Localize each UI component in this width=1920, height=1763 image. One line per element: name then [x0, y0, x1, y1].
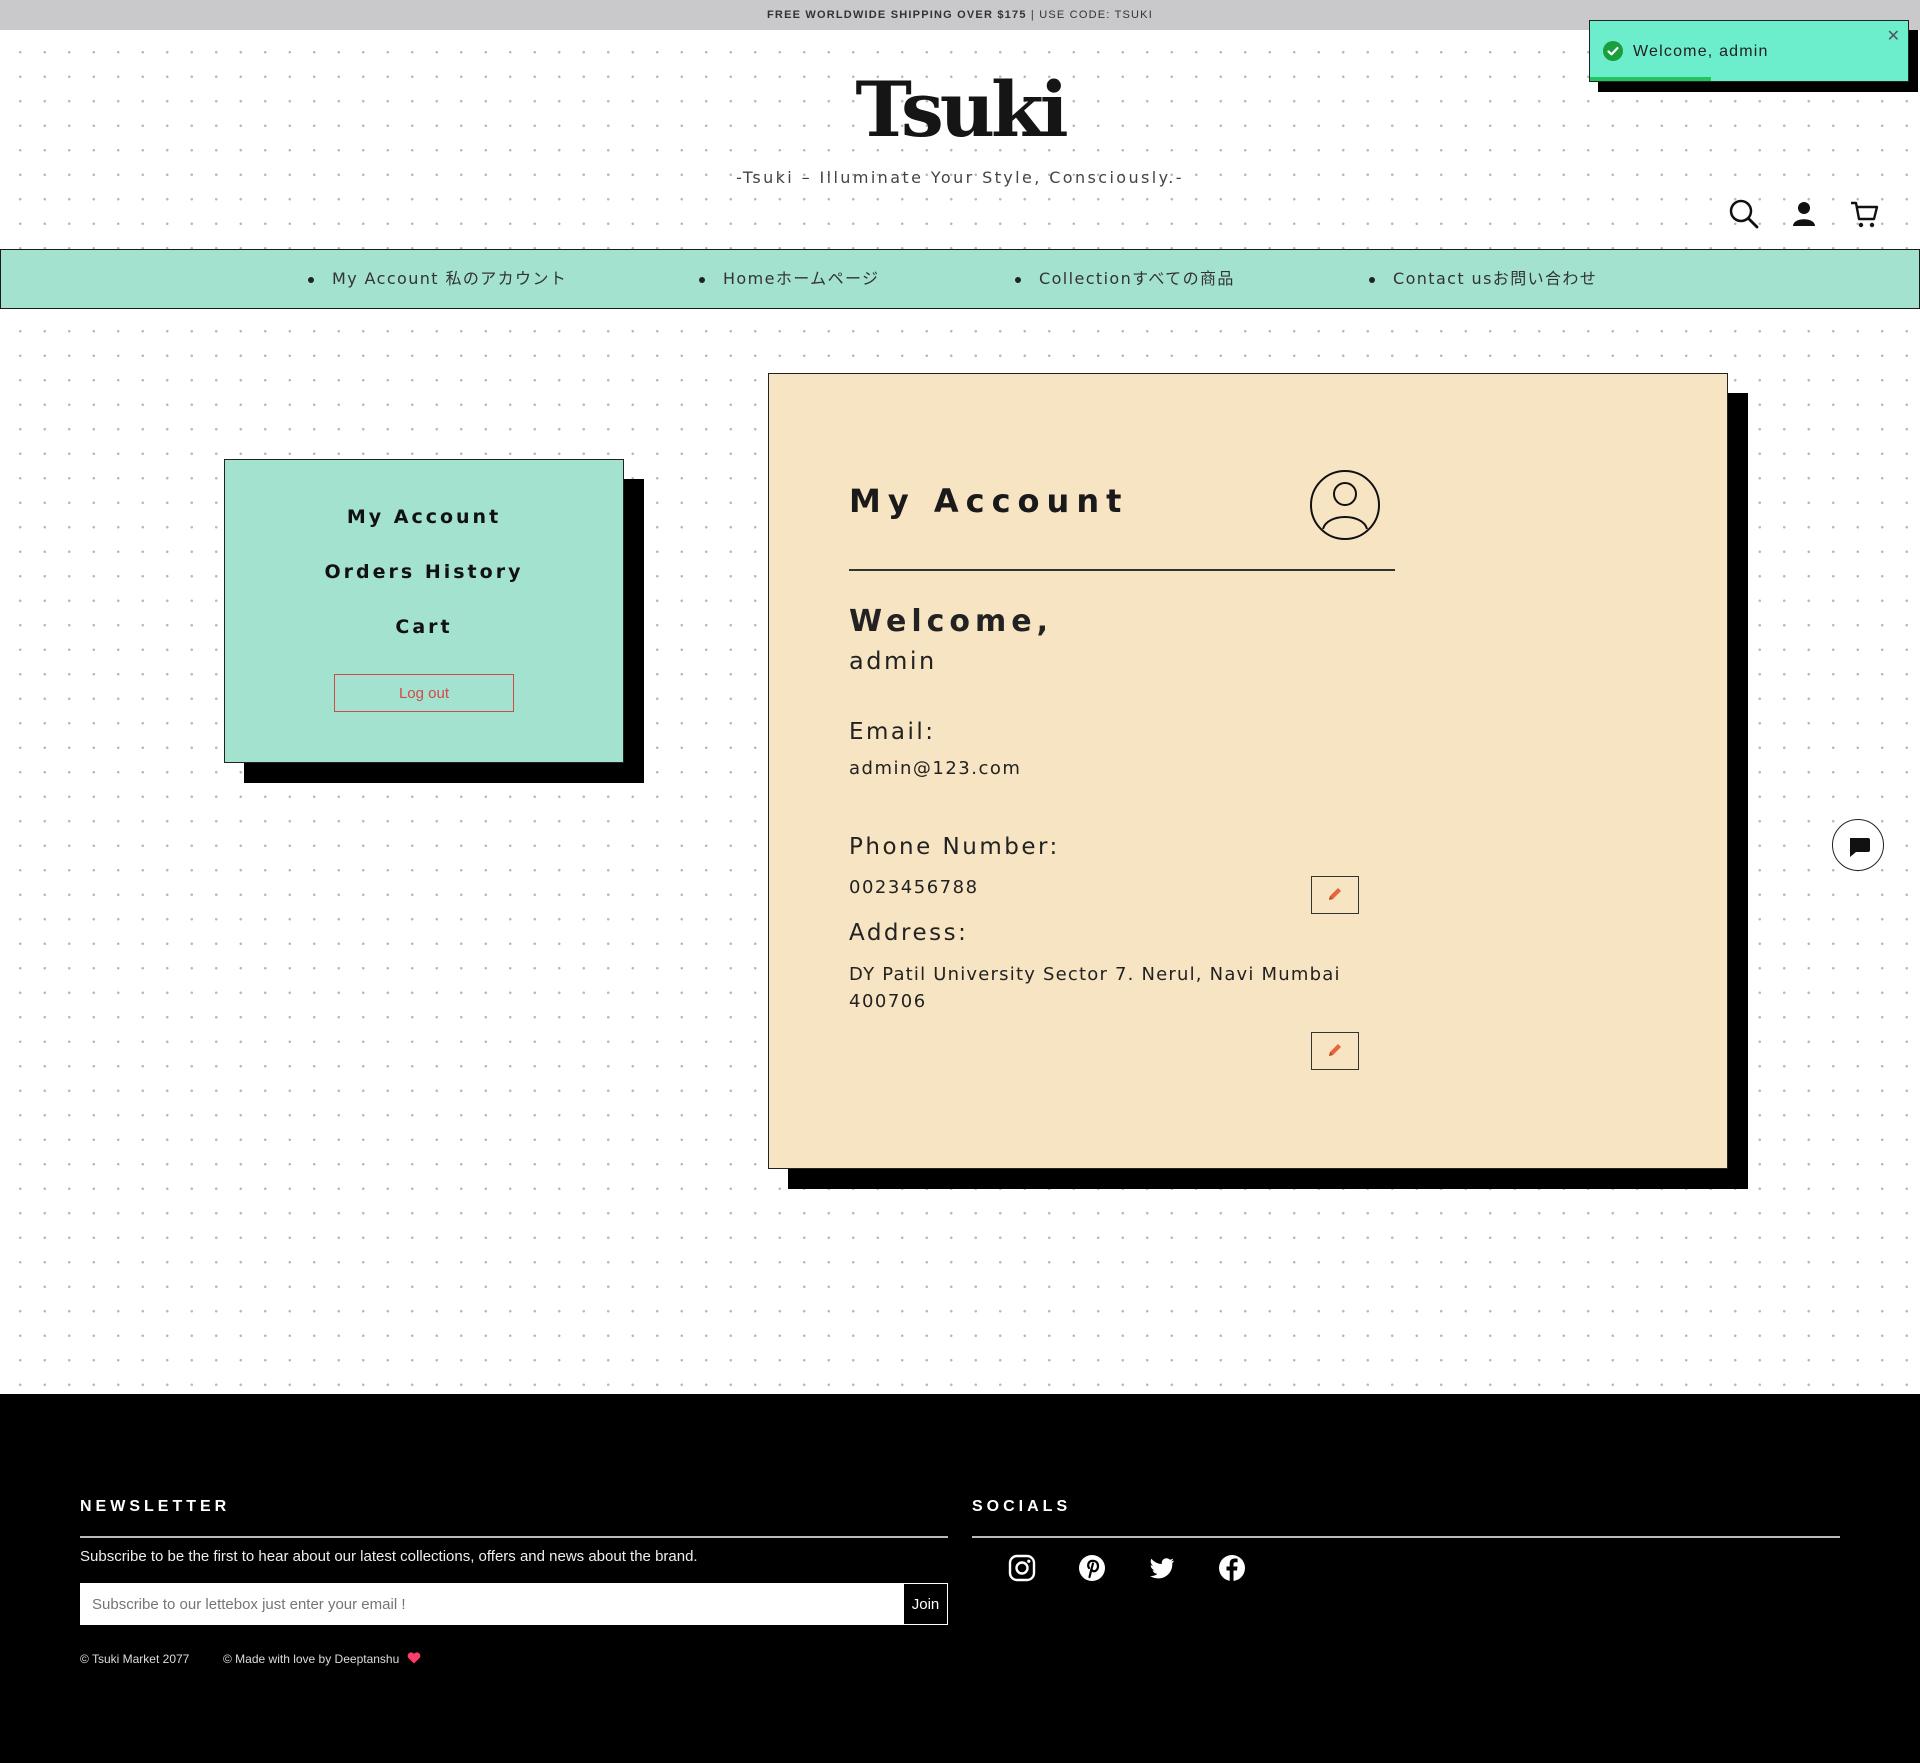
- twitter-icon[interactable]: [1147, 1553, 1177, 1583]
- email-label: Email:: [849, 719, 936, 745]
- user-avatar-icon: [1309, 469, 1381, 541]
- sidebar-link-orders-history[interactable]: Orders History: [225, 561, 623, 583]
- title-divider: [849, 569, 1395, 571]
- close-icon[interactable]: ✕: [1887, 29, 1900, 45]
- promo-code: | USE CODE: TSUKI: [1026, 9, 1153, 21]
- page-title: My Account: [849, 482, 1129, 520]
- newsletter-text: Subscribe to be the first to hear about …: [80, 1548, 698, 1565]
- facebook-icon[interactable]: [1217, 1553, 1247, 1583]
- pencil-icon: [1329, 887, 1341, 900]
- instagram-icon[interactable]: [1007, 1553, 1037, 1583]
- nav-item-collection[interactable]: Collectionすべての商品: [1015, 250, 1235, 308]
- shipping-offer: FREE WORLDWIDE SHIPPING OVER $175: [767, 9, 1027, 21]
- sidebar-link-my-account[interactable]: My Account: [225, 506, 623, 528]
- search-icon[interactable]: [1728, 198, 1760, 230]
- site-footer: NEWSLETTER Subscribe to be the first to …: [0, 1394, 1920, 1763]
- account-icon[interactable]: [1788, 198, 1820, 230]
- sidebar-link-cart[interactable]: Cart: [225, 616, 623, 638]
- email-value: admin@123.com: [849, 758, 1022, 779]
- edit-phone-button[interactable]: [1311, 876, 1359, 914]
- newsletter-heading: NEWSLETTER: [80, 1498, 231, 1515]
- address-label: Address:: [849, 920, 969, 946]
- phone-label: Phone Number:: [849, 834, 1060, 860]
- address-line-2: 400706: [849, 991, 927, 1012]
- newsletter-email-input[interactable]: [80, 1583, 903, 1625]
- welcome-label: Welcome,: [849, 604, 1054, 639]
- account-card: My Account Welcome, admin Email: admin@1…: [768, 373, 1728, 1169]
- pinterest-icon[interactable]: [1077, 1553, 1107, 1583]
- welcome-toast: Welcome, admin ✕: [1589, 20, 1909, 82]
- heart-icon: [407, 1652, 420, 1664]
- toast-progress: [1590, 77, 1908, 81]
- socials-divider: [972, 1536, 1840, 1538]
- logout-button[interactable]: Log out: [334, 674, 514, 712]
- header-actions: [1728, 198, 1880, 230]
- toast-message: Welcome, admin: [1633, 43, 1769, 60]
- chat-icon: [1850, 838, 1870, 857]
- check-circle-icon: [1603, 41, 1623, 61]
- phone-value: 0023456788: [849, 877, 979, 898]
- edit-address-button[interactable]: [1311, 1032, 1359, 1070]
- nav-item-home[interactable]: Homeホームページ: [698, 250, 879, 308]
- chat-button[interactable]: [1832, 819, 1884, 871]
- brand-tagline: -Tsuki – Illuminate Your Style, Consciou…: [736, 168, 1184, 187]
- account-sidebar: My Account Orders History Cart Log out: [224, 459, 624, 763]
- credit-text: © Made with love by Deeptanshu: [223, 1652, 421, 1666]
- nav-item-my-account[interactable]: My Account 私のアカウント: [307, 250, 567, 308]
- pencil-icon: [1329, 1043, 1341, 1056]
- cart-icon[interactable]: [1848, 198, 1880, 230]
- credit-label: © Made with love by Deeptanshu: [223, 1652, 400, 1666]
- join-button[interactable]: Join: [903, 1583, 948, 1625]
- copyright-text: © Tsuki Market 2077: [80, 1652, 190, 1666]
- address-line-1: DY Patil University Sector 7. Nerul, Nav…: [849, 964, 1341, 985]
- newsletter-divider: [80, 1536, 948, 1538]
- username-value: admin: [849, 647, 937, 675]
- main-nav: My Account 私のアカウント Homeホームページ Collection…: [0, 249, 1920, 309]
- socials-heading: SOCIALS: [972, 1498, 1072, 1515]
- nav-item-contact[interactable]: Contact usお問い合わせ: [1368, 250, 1597, 308]
